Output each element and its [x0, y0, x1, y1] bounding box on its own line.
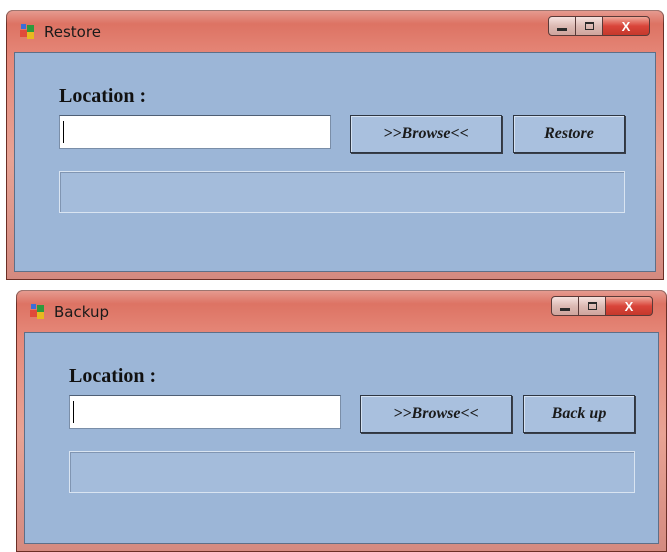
- restore-button[interactable]: Restore: [513, 115, 625, 153]
- browse-button[interactable]: >>Browse<<: [360, 395, 512, 433]
- browse-button[interactable]: >>Browse<<: [350, 115, 502, 153]
- minimize-button[interactable]: [548, 16, 576, 36]
- window-title: Backup: [54, 303, 109, 321]
- minimize-icon: [557, 27, 567, 31]
- restore-titlebar[interactable]: Restore X: [6, 10, 664, 52]
- close-button[interactable]: X: [602, 16, 650, 36]
- close-button[interactable]: X: [605, 296, 653, 316]
- progress-bar: [69, 451, 635, 493]
- location-label: Location :: [59, 85, 147, 107]
- minimize-button[interactable]: [551, 296, 579, 316]
- maximize-icon: [587, 302, 597, 310]
- app-icon: [30, 304, 46, 320]
- maximize-button[interactable]: [575, 16, 603, 36]
- close-icon: X: [621, 18, 631, 34]
- caption-buttons: X: [548, 16, 650, 36]
- location-input[interactable]: [59, 115, 331, 149]
- backup-window: Backup X Location : >>Browse<< Back up: [16, 290, 667, 552]
- backup-button[interactable]: Back up: [523, 395, 635, 433]
- caption-buttons: X: [551, 296, 653, 316]
- close-icon: X: [624, 298, 634, 314]
- backup-client-area: Location : >>Browse<< Back up: [24, 332, 659, 544]
- minimize-icon: [560, 307, 570, 311]
- location-input[interactable]: [69, 395, 341, 429]
- maximize-button[interactable]: [578, 296, 606, 316]
- text-caret: [63, 121, 64, 143]
- maximize-icon: [584, 22, 594, 30]
- text-caret: [73, 401, 74, 423]
- backup-titlebar[interactable]: Backup X: [16, 290, 667, 332]
- progress-bar: [59, 171, 625, 213]
- restore-window: Restore X Location : >>Browse<< Restore: [6, 10, 664, 280]
- restore-client-area: Location : >>Browse<< Restore: [14, 52, 656, 272]
- app-icon: [20, 24, 36, 40]
- window-title: Restore: [44, 23, 101, 41]
- location-label: Location :: [69, 365, 157, 387]
